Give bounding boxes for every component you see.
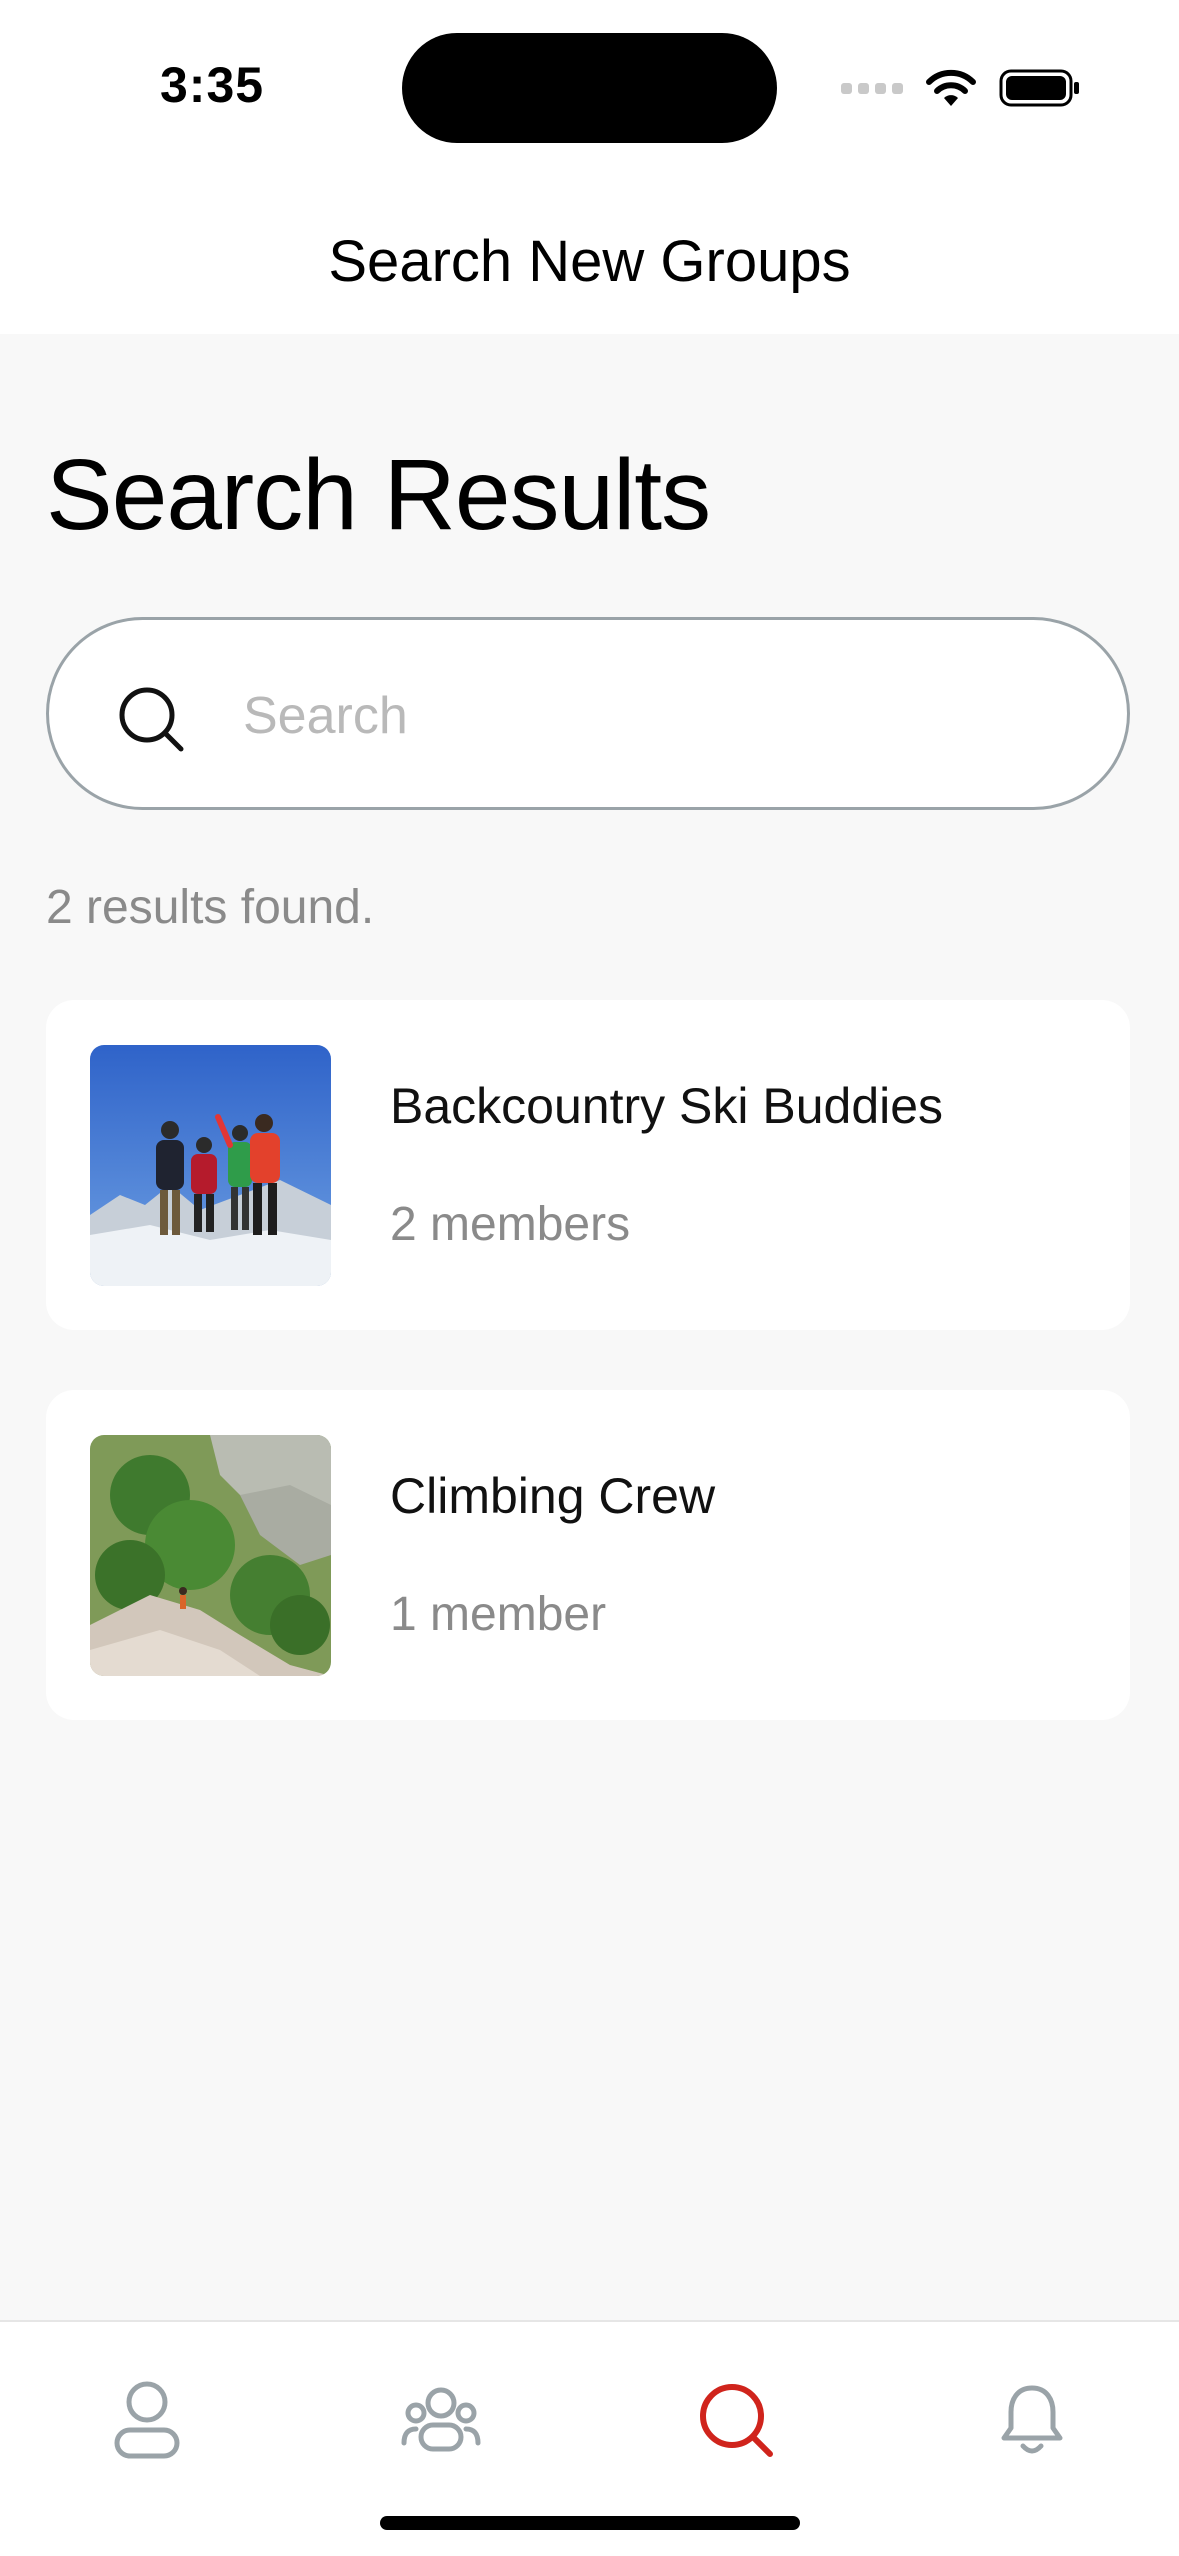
dynamic-island <box>402 33 777 143</box>
group-card[interactable]: Backcountry Ski Buddies 2 members <box>46 1000 1130 1330</box>
wifi-icon <box>926 69 976 106</box>
group-name: Climbing Crew <box>390 1468 716 1524</box>
search-input[interactable] <box>241 660 1065 772</box>
bell-icon <box>1001 2385 1063 2454</box>
groups-icon <box>401 2387 481 2452</box>
status-indicators <box>841 62 1081 114</box>
tab-search[interactable] <box>676 2360 796 2480</box>
search-bar[interactable] <box>46 617 1130 810</box>
group-card[interactable]: Climbing Crew 1 member <box>46 1390 1130 1720</box>
group-name: Backcountry Ski Buddies <box>390 1078 944 1134</box>
result-count: 2 results found. <box>46 881 375 934</box>
group-member-count: 1 member <box>390 1588 607 1641</box>
tab-profile[interactable] <box>87 2360 207 2480</box>
group-member-count: 2 members <box>390 1198 631 1251</box>
tab-groups[interactable] <box>381 2360 501 2480</box>
group-photo-climbing <box>90 1435 331 1676</box>
cellular-signal-icon <box>841 82 903 94</box>
search-icon <box>119 687 184 752</box>
group-photo-skiers <box>90 1045 331 1286</box>
search-icon <box>700 2384 773 2457</box>
tab-notifications[interactable] <box>972 2360 1092 2480</box>
battery-icon <box>999 69 1079 107</box>
top-area: 3:35 Search New Groups <box>0 0 1179 334</box>
profile-icon <box>114 2381 180 2459</box>
home-indicator <box>380 2516 800 2530</box>
status-time: 3:35 <box>160 57 265 113</box>
search-results-heading: Search Results <box>46 439 711 551</box>
page-title: Search New Groups <box>328 229 851 294</box>
